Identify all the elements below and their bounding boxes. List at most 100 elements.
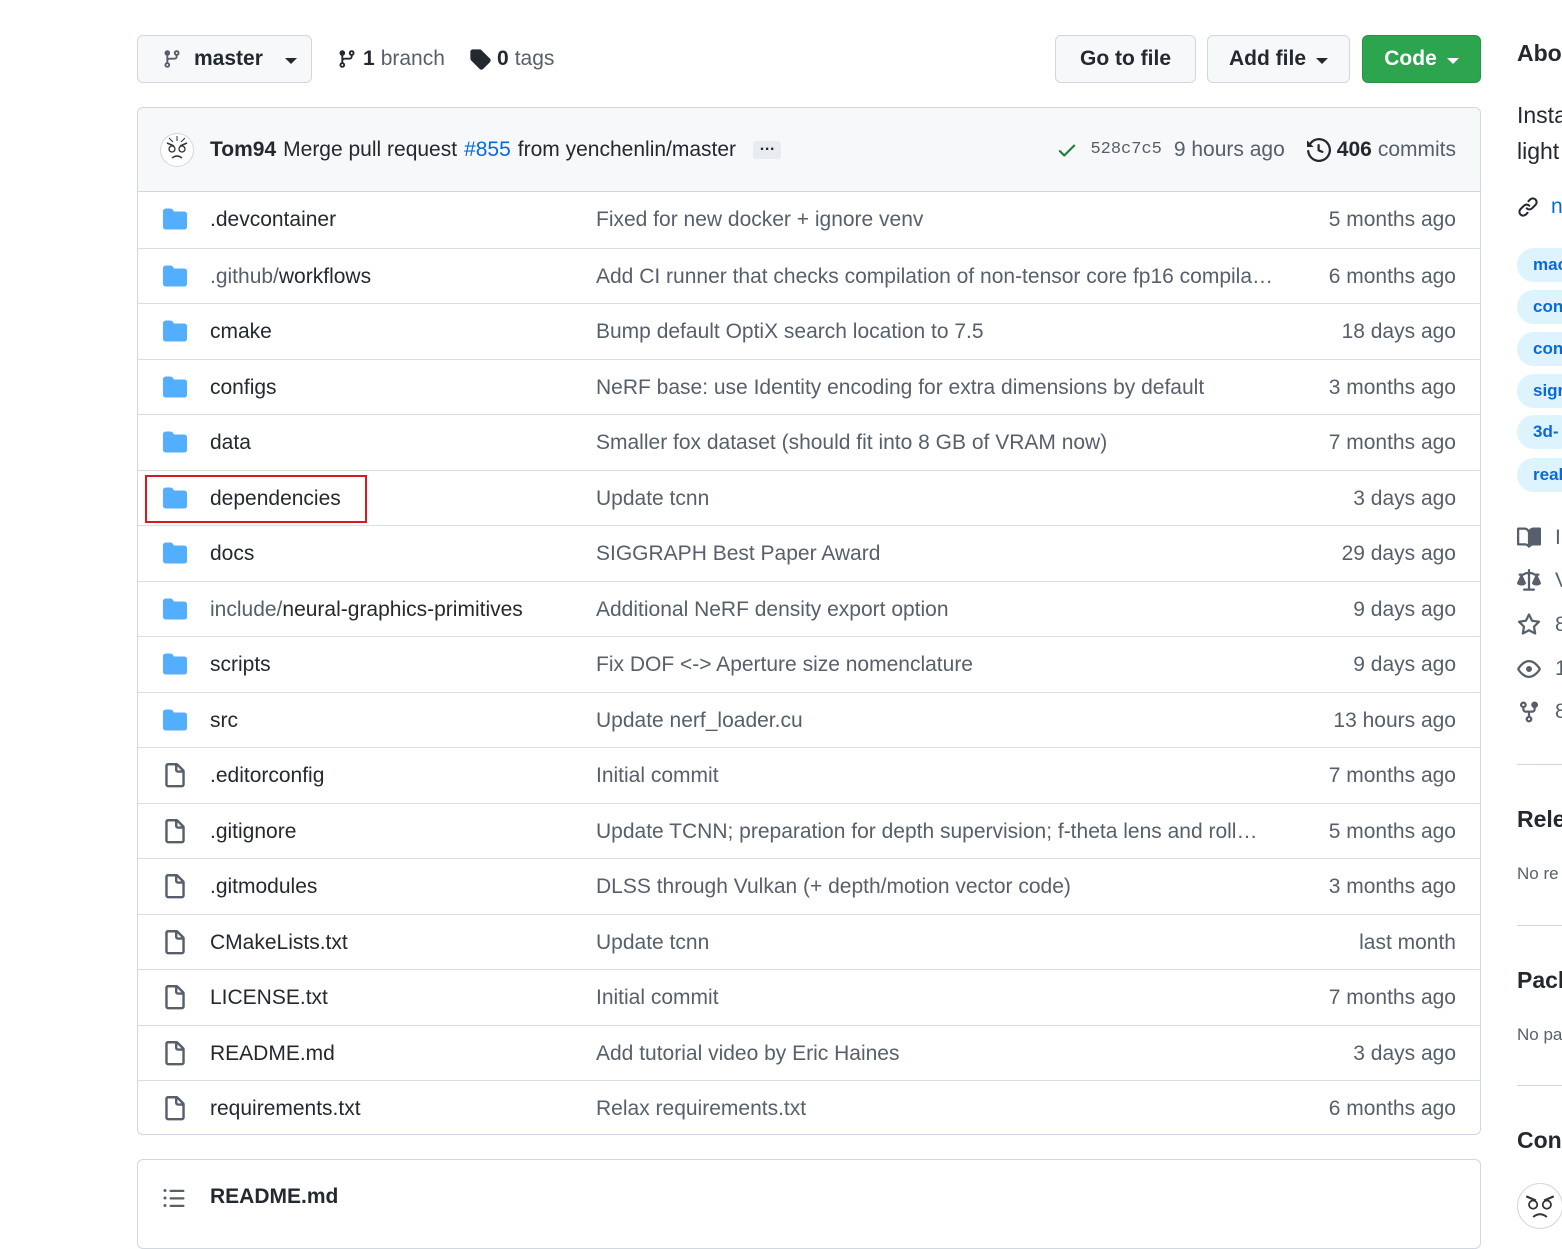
file-name-link[interactable]: .editorconfig xyxy=(210,748,324,803)
list-unordered-icon[interactable] xyxy=(162,1186,186,1210)
table-row[interactable]: include/neural-graphics-primitives Additi… xyxy=(138,580,1480,637)
commit-message-link[interactable]: Initial commit xyxy=(596,970,719,1025)
file-name-link[interactable]: .gitmodules xyxy=(210,859,317,914)
table-row[interactable]: cmake Bump default OptiX search location … xyxy=(138,303,1480,359)
table-row[interactable]: docs SIGGRAPH Best Paper Award 29 days ago xyxy=(138,525,1480,581)
file-name-link[interactable]: .gitignore xyxy=(210,804,296,859)
file-name-link[interactable]: src xyxy=(210,693,238,748)
table-row[interactable]: scripts Fix DOF <-> Aperture size nomencl… xyxy=(138,636,1480,692)
file-name[interactable]: dependencies xyxy=(210,487,341,510)
file-name[interactable]: scripts xyxy=(210,653,271,676)
branches-link[interactable]: 1 branch xyxy=(337,35,445,83)
commit-message-link[interactable]: Update tcnn xyxy=(596,471,709,526)
avatar[interactable] xyxy=(160,133,194,167)
releases-heading[interactable]: Rele xyxy=(1517,806,1562,833)
commit-message-link[interactable]: Fixed for new docker + ignore venv xyxy=(596,192,923,247)
file-path-prefix[interactable]: include/ xyxy=(210,598,282,621)
topic-tag[interactable]: sigr xyxy=(1517,374,1562,408)
file-name-link[interactable]: README.md xyxy=(210,1026,335,1081)
pull-request-link[interactable]: #855 xyxy=(464,138,511,162)
file-name[interactable]: cmake xyxy=(210,320,272,343)
commit-message-suffix[interactable]: from yenchenlin/master xyxy=(518,138,736,162)
commit-message-link[interactable]: Fix DOF <-> Aperture size nomenclature xyxy=(596,637,973,692)
commit-message-link[interactable]: Relax requirements.txt xyxy=(596,1081,806,1134)
go-to-file-button[interactable]: Go to file xyxy=(1055,35,1196,83)
table-row[interactable]: data Smaller fox dataset (should fit into… xyxy=(138,414,1480,470)
homepage-link[interactable]: n xyxy=(1517,195,1562,219)
table-row[interactable]: configs NeRF base: use Identity encoding … xyxy=(138,358,1480,415)
file-name[interactable]: .gitmodules xyxy=(210,875,317,898)
file-name-link[interactable]: cmake xyxy=(210,304,272,359)
license-link[interactable]: V xyxy=(1517,569,1562,593)
table-row[interactable]: CMakeLists.txt Update tcnn last month xyxy=(138,913,1480,970)
file-name[interactable]: .devcontainer xyxy=(210,208,336,231)
table-row[interactable]: src Update nerf_loader.cu 13 hours ago xyxy=(138,691,1480,748)
file-name-link[interactable]: .github/workflows xyxy=(210,249,371,304)
commit-message-link[interactable]: Add tutorial video by Eric Haines xyxy=(596,1026,900,1081)
forks-link[interactable]: 8 xyxy=(1517,700,1562,724)
table-row[interactable]: README.md Add tutorial video by Eric Hain… xyxy=(138,1024,1480,1081)
topic-tag[interactable]: con xyxy=(1517,290,1562,324)
file-name[interactable]: src xyxy=(210,709,238,732)
tags-link[interactable]: 0 tags xyxy=(469,35,554,83)
file-name[interactable]: docs xyxy=(210,542,254,565)
file-name[interactable]: .gitignore xyxy=(210,820,296,843)
file-name-link[interactable]: LICENSE.txt xyxy=(210,970,328,1025)
table-row[interactable]: requirements.txt Relax requirements.txt 6 … xyxy=(138,1080,1480,1134)
table-row[interactable]: .devcontainer Fixed for new docker + igno… xyxy=(138,192,1480,248)
file-name[interactable]: LICENSE.txt xyxy=(210,986,328,1009)
file-name-link[interactable]: data xyxy=(210,415,251,470)
topic-tag[interactable]: 3d- xyxy=(1517,415,1562,449)
commit-message-link[interactable]: DLSS through Vulkan (+ depth/motion vect… xyxy=(596,859,1071,914)
watchers-link[interactable]: 1 xyxy=(1517,657,1562,681)
file-name[interactable]: README.md xyxy=(210,1042,335,1065)
file-name[interactable]: CMakeLists.txt xyxy=(210,931,348,954)
commit-sha-link[interactable]: 528c7c5 xyxy=(1090,140,1161,159)
table-row[interactable]: .editorconfig Initial commit 7 months ago xyxy=(138,747,1480,803)
file-path-prefix[interactable]: .github/ xyxy=(210,265,279,288)
table-row[interactable]: dependencies Update tcnn 3 days ago xyxy=(138,469,1480,526)
commit-message-link[interactable]: Update TCNN; preparation for depth super… xyxy=(596,804,1257,859)
topic-tag[interactable]: mac xyxy=(1517,248,1562,282)
table-row[interactable]: LICENSE.txt Initial commit 7 months ago xyxy=(138,969,1480,1025)
commit-message-link[interactable]: Update nerf_loader.cu xyxy=(596,693,803,748)
topic-tag[interactable]: con xyxy=(1517,332,1562,366)
file-name[interactable]: neural-graphics-primitives xyxy=(282,598,522,621)
packages-heading[interactable]: Pack xyxy=(1517,967,1562,994)
commit-message-link[interactable]: Smaller fox dataset (should fit into 8 G… xyxy=(596,415,1107,470)
file-name-link[interactable]: configs xyxy=(210,360,277,415)
contributors-heading[interactable]: Con xyxy=(1517,1127,1562,1154)
commit-message-link[interactable]: SIGGRAPH Best Paper Award xyxy=(596,526,880,581)
file-name[interactable]: .editorconfig xyxy=(210,764,324,787)
commit-message-link[interactable]: Add CI runner that checks compilation of… xyxy=(596,249,1273,304)
commit-message-link[interactable]: NeRF base: use Identity encoding for ext… xyxy=(596,360,1204,415)
file-name-link[interactable]: include/neural-graphics-primitives xyxy=(210,582,523,637)
file-name[interactable]: configs xyxy=(210,376,277,399)
topic-tag[interactable]: real xyxy=(1517,458,1562,492)
branch-select-button[interactable]: master xyxy=(137,35,312,83)
avatar[interactable] xyxy=(1517,1183,1562,1229)
file-name-link[interactable]: .devcontainer xyxy=(210,192,336,247)
file-name-link[interactable]: CMakeLists.txt xyxy=(210,915,348,970)
readme-title[interactable]: README.md xyxy=(210,1185,338,1209)
table-row[interactable]: .gitignore Update TCNN; preparation for d… xyxy=(138,802,1480,859)
expand-commit-button[interactable]: … xyxy=(753,137,782,159)
file-name[interactable]: workflows xyxy=(279,265,371,288)
file-name-link[interactable]: docs xyxy=(210,526,254,581)
file-name-link[interactable]: scripts xyxy=(210,637,271,692)
commit-message-link[interactable]: Update tcnn xyxy=(596,915,709,970)
readme-link[interactable]: I xyxy=(1517,526,1561,550)
commit-message-link[interactable]: Bump default OptiX search location to 7.… xyxy=(596,304,984,359)
code-button[interactable]: Code xyxy=(1362,35,1481,83)
file-name-link[interactable]: requirements.txt xyxy=(210,1081,361,1134)
commit-history-link[interactable]: 406 commits xyxy=(1306,138,1456,162)
file-name[interactable]: data xyxy=(210,431,251,454)
commit-message-link[interactable]: Initial commit xyxy=(596,748,719,803)
commit-message-prefix[interactable]: Merge pull request xyxy=(283,138,457,162)
file-name[interactable]: requirements.txt xyxy=(210,1097,361,1120)
stars-link[interactable]: 8 xyxy=(1517,613,1562,637)
table-row[interactable]: .github/workflows Add CI runner that chec… xyxy=(138,247,1480,304)
table-row[interactable]: .gitmodules DLSS through Vulkan (+ depth/… xyxy=(138,858,1480,914)
file-name-link[interactable]: dependencies xyxy=(210,471,341,526)
commit-message-link[interactable]: Additional NeRF density export option xyxy=(596,582,949,637)
